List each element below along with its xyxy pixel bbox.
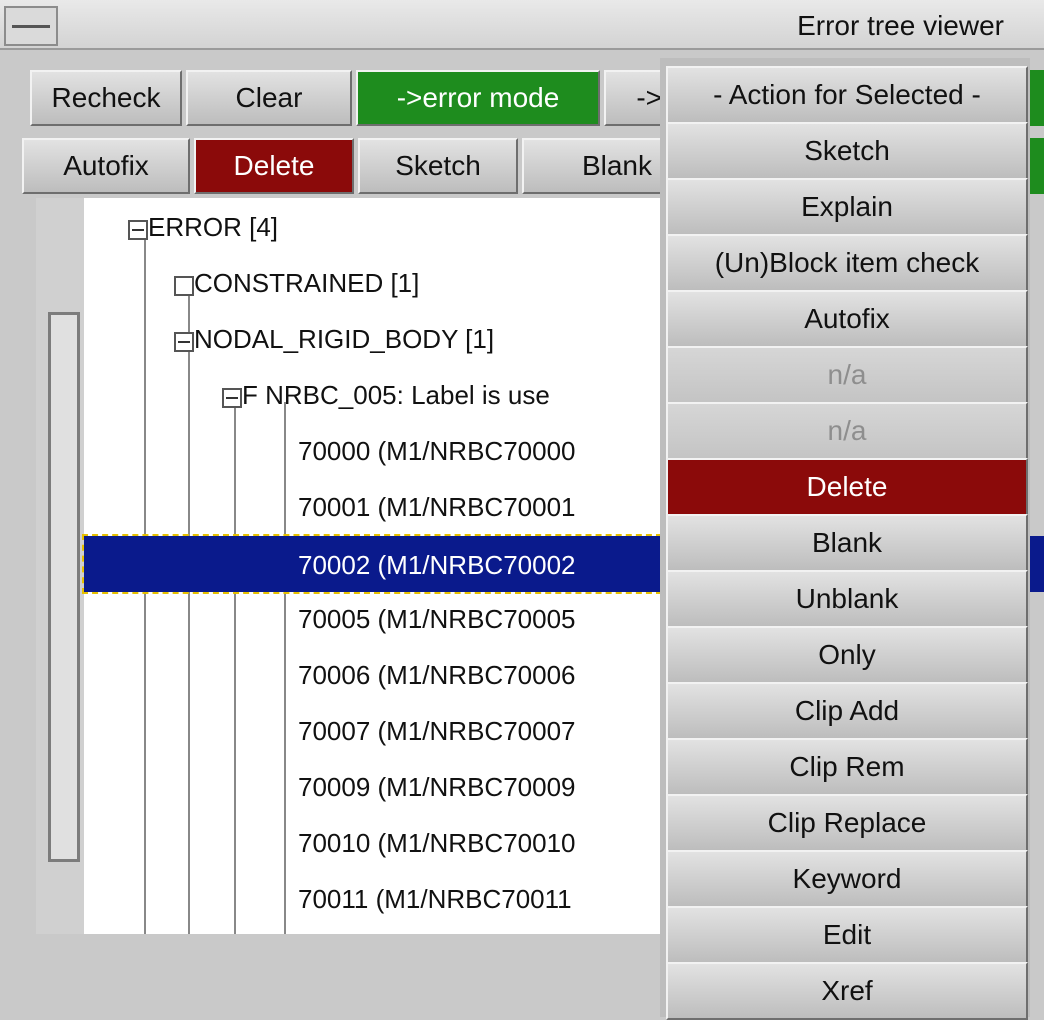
list-item-label: 70010 (M1/NRBC70010 [298,828,576,858]
menu-item-clip-replace[interactable]: Clip Replace [666,794,1028,852]
list-item[interactable]: 70010 (M1/NRBC70010 [84,814,664,870]
menu-item-na: n/a [666,402,1028,460]
list-item[interactable]: 70011 (M1/NRBC70011 [84,870,664,926]
menu-item-delete[interactable]: Delete [666,458,1028,516]
menu-item-sketch[interactable]: Sketch [666,122,1028,180]
tree-node-label: NODAL_RIGID_BODY [1] [194,324,495,354]
list-item[interactable]: 70001 (M1/NRBC70001 [84,478,664,534]
delete-button[interactable]: Delete [194,138,354,194]
list-item[interactable]: 70005 (M1/NRBC70005 [84,590,664,646]
collapse-icon[interactable] [174,332,194,352]
collapse-icon[interactable] [128,220,148,240]
window-title: Error tree viewer [797,10,1004,41]
menu-item-clip-rem[interactable]: Clip Rem [666,738,1028,796]
list-item-label: 70000 (M1/NRBC70000 [298,436,576,466]
hidden-green-button [1030,70,1044,126]
title-bar: Error tree viewer [0,0,1044,50]
blank-button[interactable]: Blank [522,138,664,194]
list-item-label: 70007 (M1/NRBC70007 [298,716,576,746]
selection-overflow [1030,536,1044,592]
selected-row[interactable]: 70002 (M1/NRBC70002 [82,534,662,594]
sketch-button[interactable]: Sketch [358,138,518,194]
menu-item-block-check[interactable]: (Un)Block item check [666,234,1028,292]
menu-item-edit[interactable]: Edit [666,906,1028,964]
tree-node-nodal-rigid-body[interactable]: NODAL_RIGID_BODY [1] [84,310,664,366]
recheck-button[interactable]: Recheck [30,70,182,126]
clear-button[interactable]: Clear [186,70,352,126]
list-item-label: 70005 (M1/NRBC70005 [298,604,576,634]
menu-item-unblank[interactable]: Unblank [666,570,1028,628]
list-item[interactable]: 70007 (M1/NRBC70007 [84,702,664,758]
selected-row-label: 70002 (M1/NRBC70002 [298,550,576,580]
tree-node-label: F NRBC_005: Label is use [242,380,550,410]
expand-icon[interactable] [174,276,194,296]
autofix-button[interactable]: Autofix [22,138,190,194]
list-item[interactable]: 70006 (M1/NRBC70006 [84,646,664,702]
menu-item-na: n/a [666,346,1028,404]
hidden-green-button [1030,138,1044,194]
scrollbar-thumb[interactable] [48,312,80,862]
list-item-label: 70001 (M1/NRBC70001 [298,492,576,522]
tree-node-nrbc-005[interactable]: F NRBC_005: Label is use [84,366,664,422]
menu-item-explain[interactable]: Explain [666,178,1028,236]
list-item-label: 70011 (M1/NRBC70011 [298,884,572,914]
tree-node-constrained[interactable]: CONSTRAINED [1] [84,254,664,310]
menu-title: - Action for Selected - [666,66,1028,124]
tree-node-label: ERROR [4] [148,212,279,242]
list-item-label: 70009 (M1/NRBC70009 [298,772,576,802]
list-item-label: 70006 (M1/NRBC70006 [298,660,576,690]
list-item[interactable]: 70000 (M1/NRBC70000 [84,422,664,478]
menu-item-autofix[interactable]: Autofix [666,290,1028,348]
collapse-icon[interactable] [222,388,242,408]
error-mode-button[interactable]: ->error mode [356,70,600,126]
menu-item-keyword[interactable]: Keyword [666,850,1028,908]
tree-node-error[interactable]: ERROR [4] [84,198,664,254]
action-menu: - Action for Selected - Sketch Explain (… [660,58,1030,1020]
toggle-mode-button[interactable]: -> [604,70,664,126]
menu-item-clip-add[interactable]: Clip Add [666,682,1028,740]
menu-item-blank[interactable]: Blank [666,514,1028,572]
window-menu-button[interactable] [4,6,58,46]
menu-item-xref[interactable]: Xref [666,962,1028,1020]
tree-node-label: CONSTRAINED [1] [194,268,420,298]
menu-item-only[interactable]: Only [666,626,1028,684]
list-item[interactable]: 70009 (M1/NRBC70009 [84,758,664,814]
